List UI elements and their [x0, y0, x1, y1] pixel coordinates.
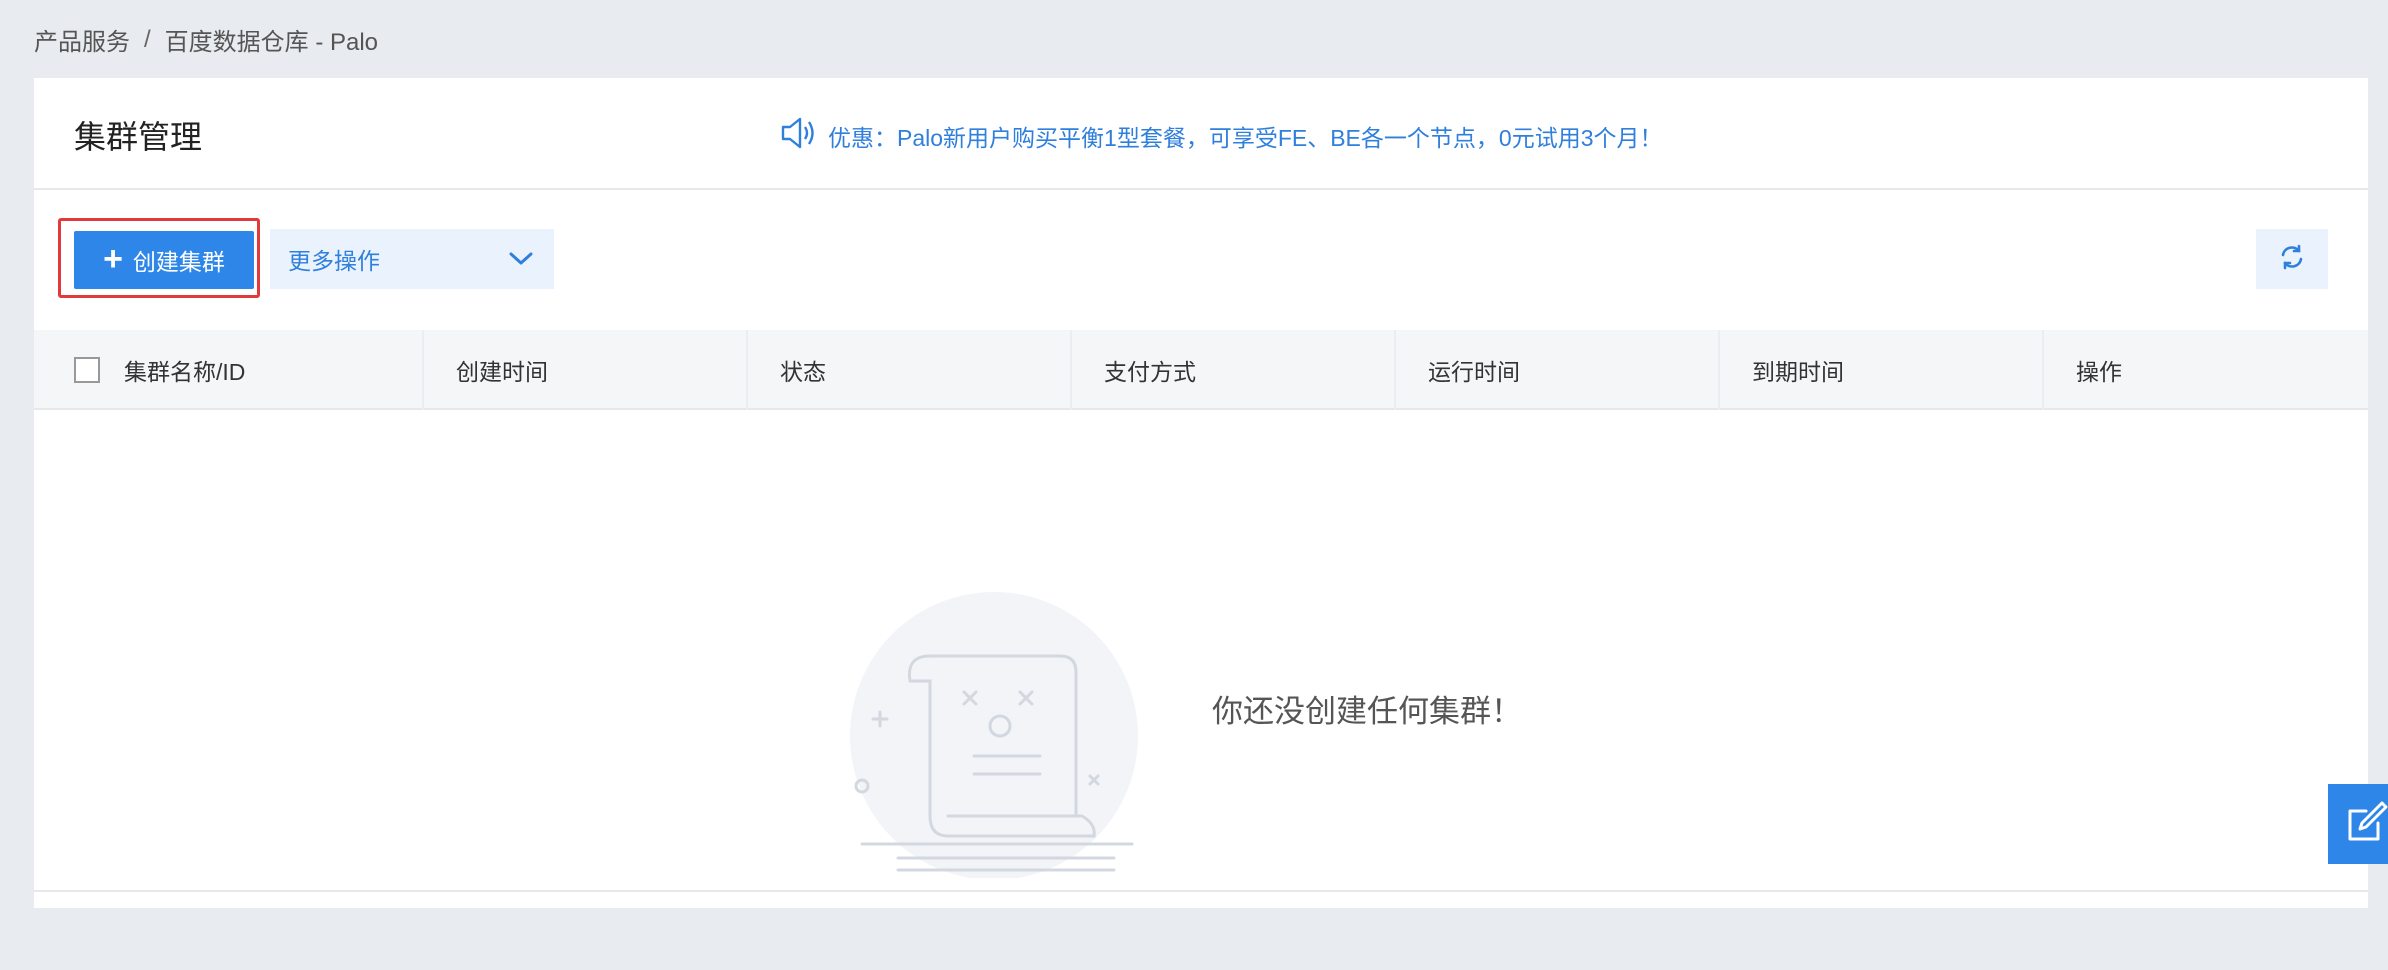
column-label: 状态 [780, 359, 826, 385]
divider [34, 890, 2368, 892]
promo-text: 优惠：Palo新用户购买平衡1型套餐，可享受FE、BE各一个节点，0元试用3个月… [828, 125, 1663, 151]
page-title: 集群管理 [74, 119, 203, 155]
chevron-down-icon [508, 246, 534, 273]
plus-icon: + [103, 239, 123, 278]
column-run-time: 运行时间 [1396, 330, 1720, 410]
column-label: 支付方式 [1104, 359, 1196, 385]
breadcrumb: 产品服务 / 百度数据仓库 - Palo [34, 22, 378, 57]
column-status: 状态 [748, 330, 1072, 410]
column-expire-time: 到期时间 [1720, 330, 2044, 410]
card-header: 集群管理 优惠：Palo新用户购买平衡1型套餐，可享受FE、BE各一个节点，0元… [34, 78, 2368, 190]
column-created-time: 创建时间 [424, 330, 748, 410]
column-actions: 操作 [2044, 330, 2368, 410]
feedback-edit-button[interactable] [2328, 784, 2388, 864]
create-cluster-label: 创建集群 [132, 249, 225, 275]
more-actions-label: 更多操作 [288, 248, 380, 274]
column-label: 集群名称/ID [124, 359, 246, 385]
breadcrumb-separator: / [144, 25, 151, 53]
empty-message: 你还没创建任何集群！ [1212, 694, 1522, 729]
empty-scroll-icon [850, 592, 1138, 878]
breadcrumb-item-palo: 百度数据仓库 - Palo [164, 29, 379, 56]
select-all-checkbox[interactable] [74, 357, 100, 383]
column-payment: 支付方式 [1072, 330, 1396, 410]
column-label: 运行时间 [1428, 359, 1520, 385]
create-cluster-button[interactable]: + 创建集群 [74, 231, 254, 289]
empty-state: 你还没创建任何集群！ [34, 410, 2368, 970]
breadcrumb-item-products[interactable]: 产品服务 [34, 22, 130, 57]
table-header: 集群名称/ID 创建时间 状态 支付方式 运行时间 到期时间 操作 [34, 330, 2368, 410]
edit-icon [2344, 799, 2388, 850]
refresh-icon [2278, 243, 2306, 276]
column-name-id: 集群名称/ID [34, 330, 424, 410]
more-actions-dropdown[interactable]: 更多操作 [270, 229, 554, 289]
column-label: 创建时间 [456, 359, 548, 385]
column-label: 操作 [2076, 359, 2122, 385]
column-label: 到期时间 [1752, 359, 1844, 385]
refresh-button[interactable] [2256, 229, 2328, 289]
speaker-icon [780, 116, 816, 156]
promo-banner: 优惠：Palo新用户购买平衡1型套餐，可享受FE、BE各一个节点，0元试用3个月… [780, 116, 1662, 156]
main-card: 集群管理 优惠：Palo新用户购买平衡1型套餐，可享受FE、BE各一个节点，0元… [34, 78, 2368, 908]
